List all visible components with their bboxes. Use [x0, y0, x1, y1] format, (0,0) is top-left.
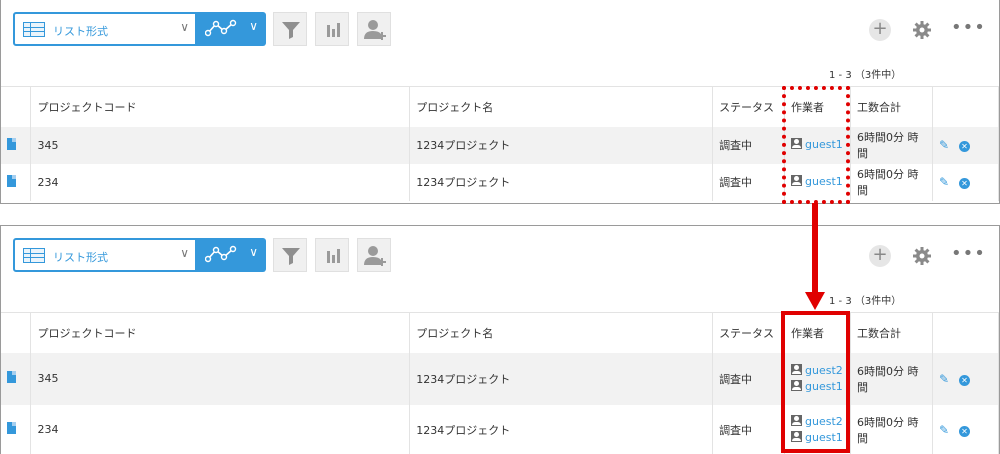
record-detail-link[interactable] — [1, 126, 32, 164]
header-icon-col — [1, 312, 32, 353]
add-user-icon — [364, 246, 386, 266]
view-select[interactable]: リスト形式 ∨ — [13, 12, 197, 46]
header-icon-col — [1, 86, 32, 127]
line-graph-icon — [205, 19, 237, 37]
header-project-name[interactable]: プロジェクト名 — [409, 86, 714, 127]
table-icon — [23, 248, 45, 263]
line-graph-icon — [205, 245, 237, 263]
cell-project-code: 234 — [30, 404, 411, 454]
header-project-code[interactable]: プロジェクトコード — [30, 312, 411, 353]
chart-button[interactable] — [315, 12, 349, 46]
toolbar: リスト形式 ∨ ∨ + ••• — [1, 0, 999, 58]
cell-status: 調査中 — [712, 163, 786, 201]
record-list-panel-before: リスト形式 ∨ ∨ + ••• 1 - 3 （3件中） プロジェクトコード プロ… — [0, 0, 1000, 204]
more-options-icon[interactable]: ••• — [951, 243, 985, 265]
arrow-down-icon — [805, 292, 825, 310]
header-project-name[interactable]: プロジェクト名 — [409, 312, 714, 353]
chevron-down-icon: ∨ — [180, 20, 189, 34]
toolbar: リスト形式 ∨ ∨ + ••• — [1, 226, 999, 284]
cell-project-code: 345 — [30, 352, 411, 405]
chart-button[interactable] — [315, 238, 349, 272]
header-status[interactable]: ステータス — [712, 312, 786, 353]
more-options-icon[interactable]: ••• — [951, 17, 985, 39]
gear-icon — [913, 247, 931, 265]
cell-actions: ✎ ✕ — [932, 352, 1000, 405]
view-select-label: リスト形式 — [53, 251, 108, 264]
pagination-info: 1 - 3 （3件中） — [829, 70, 902, 81]
highlight-dotted-box — [782, 86, 850, 204]
add-record-button[interactable]: + — [869, 245, 891, 267]
cell-project-code: 345 — [30, 126, 411, 164]
chevron-down-icon: ∨ — [249, 245, 258, 259]
filter-icon — [282, 22, 300, 39]
record-list-panel-after: リスト形式 ∨ ∨ + ••• 1 - 3 （3件中） プロジェクトコード プロ… — [0, 225, 1000, 454]
header-status[interactable]: ステータス — [712, 86, 786, 127]
view-select[interactable]: リスト形式 ∨ — [13, 238, 197, 272]
cell-project-name: 1234プロジェクト — [409, 126, 714, 164]
cell-actions: ✎ ✕ — [932, 126, 1000, 164]
record-detail-link[interactable] — [1, 404, 32, 454]
settings-button[interactable] — [911, 19, 933, 41]
add-record-button[interactable]: + — [869, 19, 891, 41]
arrow-shaft — [812, 203, 818, 295]
bar-chart-icon — [327, 23, 340, 37]
pagination-info: 1 - 3 （3件中） — [829, 296, 902, 307]
gear-icon — [913, 21, 931, 39]
header-project-code[interactable]: プロジェクトコード — [30, 86, 411, 127]
cell-project-name: 1234プロジェクト — [409, 404, 714, 454]
cell-project-name: 1234プロジェクト — [409, 352, 714, 405]
cell-status: 調査中 — [712, 352, 786, 405]
filter-button[interactable] — [273, 12, 307, 46]
filter-button[interactable] — [273, 238, 307, 272]
graph-button[interactable]: ∨ — [197, 12, 266, 46]
bar-chart-icon — [327, 249, 340, 263]
delete-icon[interactable]: ✕ — [959, 374, 971, 386]
filter-icon — [282, 248, 300, 265]
table-icon — [23, 22, 45, 37]
header-actions — [932, 312, 1000, 353]
add-user-icon — [364, 20, 386, 40]
highlight-solid-box — [781, 311, 850, 453]
cell-actions: ✎ ✕ — [932, 163, 1000, 201]
cell-status: 調査中 — [712, 404, 786, 454]
chevron-down-icon: ∨ — [249, 19, 258, 33]
view-select-label: リスト形式 — [53, 25, 108, 38]
settings-button[interactable] — [911, 245, 933, 267]
header-actions — [932, 86, 1000, 127]
edit-icon[interactable]: ✎ — [939, 423, 949, 437]
cell-total-hours: 6時間0分 時間 — [850, 126, 933, 164]
document-icon — [7, 137, 16, 150]
document-icon — [7, 422, 16, 434]
delete-icon[interactable]: ✕ — [959, 178, 971, 189]
add-user-button[interactable] — [357, 238, 391, 272]
graph-button[interactable]: ∨ — [197, 238, 266, 272]
record-detail-link[interactable] — [1, 352, 32, 405]
chevron-down-icon: ∨ — [180, 246, 189, 260]
edit-icon[interactable]: ✎ — [939, 175, 949, 189]
header-total-hours[interactable]: 工数合計 — [850, 312, 933, 353]
cell-actions: ✎ ✕ — [932, 404, 1000, 454]
header-total-hours[interactable]: 工数合計 — [850, 86, 933, 127]
edit-icon[interactable]: ✎ — [939, 372, 949, 386]
cell-project-name: 1234プロジェクト — [409, 163, 714, 201]
delete-icon[interactable]: ✕ — [959, 141, 971, 152]
edit-icon[interactable]: ✎ — [939, 138, 949, 152]
add-user-button[interactable] — [357, 12, 391, 46]
cell-status: 調査中 — [712, 126, 786, 164]
cell-total-hours: 6時間0分 時間 — [850, 352, 933, 405]
document-icon — [7, 371, 16, 383]
document-icon — [7, 174, 16, 187]
cell-project-code: 234 — [30, 163, 411, 201]
delete-icon[interactable]: ✕ — [959, 425, 971, 437]
cell-total-hours: 6時間0分 時間 — [850, 404, 933, 454]
record-detail-link[interactable] — [1, 163, 32, 201]
cell-total-hours: 6時間0分 時間 — [850, 163, 933, 201]
